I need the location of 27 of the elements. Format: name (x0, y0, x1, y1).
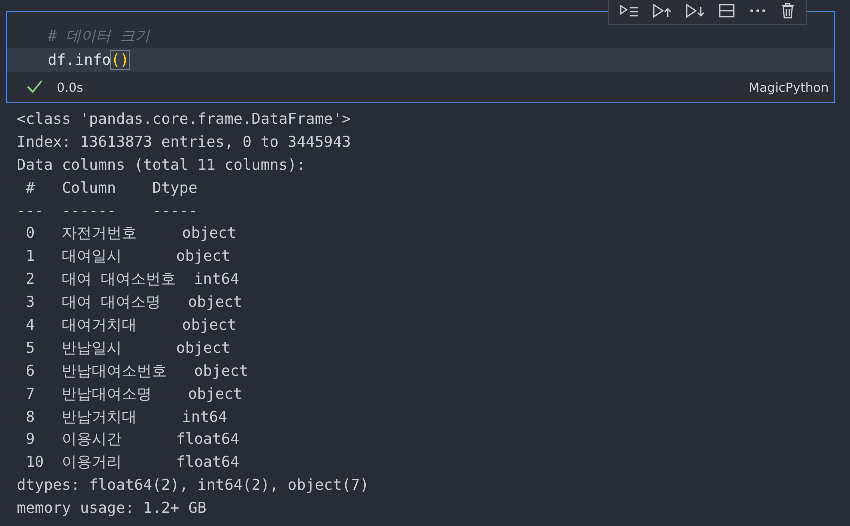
output-line: 10 이용거리 float64 (25, 452, 241, 474)
run-by-line-icon[interactable] (619, 3, 639, 19)
output-line: Data columns (total 11 columns): (17, 154, 307, 176)
output-line: <class 'pandas.core.frame.DataFrame'> (17, 109, 352, 130)
code-line: # 데이터 크기 (47, 26, 152, 47)
split-cell-icon[interactable] (718, 3, 736, 19)
code-cell[interactable]: # 데이터 크기 df.info() 0.0s MagicPython (6, 11, 835, 103)
delete-icon[interactable] (780, 3, 796, 19)
output-line: 9 이용시간 float64 (25, 429, 241, 450)
output-line: 3 대여 대여소명 object (25, 292, 244, 314)
execute-above-icon[interactable] (652, 3, 672, 19)
output-line: 2 대여 대여소번호 int64 (25, 269, 240, 290)
output-line: Index: 13613873 entries, 0 to 3445943 (17, 132, 352, 153)
output-line: --- ------ ----- (17, 200, 199, 222)
output-line: 6 반납대여소번호 object (25, 360, 250, 382)
output-line: 5 반납일시 object (25, 338, 232, 359)
output-line: dtypes: float64(2), int64(2), object(7) (17, 475, 370, 496)
output-line: 7 반납대여소명 object (25, 384, 244, 405)
output-line: 4 대여거치대 object (25, 315, 238, 336)
output-line: 8 반납거치대 int64 (25, 406, 228, 428)
output-line: 1 대여일시 object (25, 246, 232, 268)
execute-below-icon[interactable] (685, 3, 705, 19)
execution-time: 0.0s (57, 80, 84, 94)
output-line: # Column Dtype (25, 178, 199, 199)
language-label[interactable]: MagicPython (748, 80, 829, 94)
output-line: 0 자전거번호 object (25, 223, 238, 244)
output-line: memory usage: 1.2+ GB (17, 498, 208, 520)
